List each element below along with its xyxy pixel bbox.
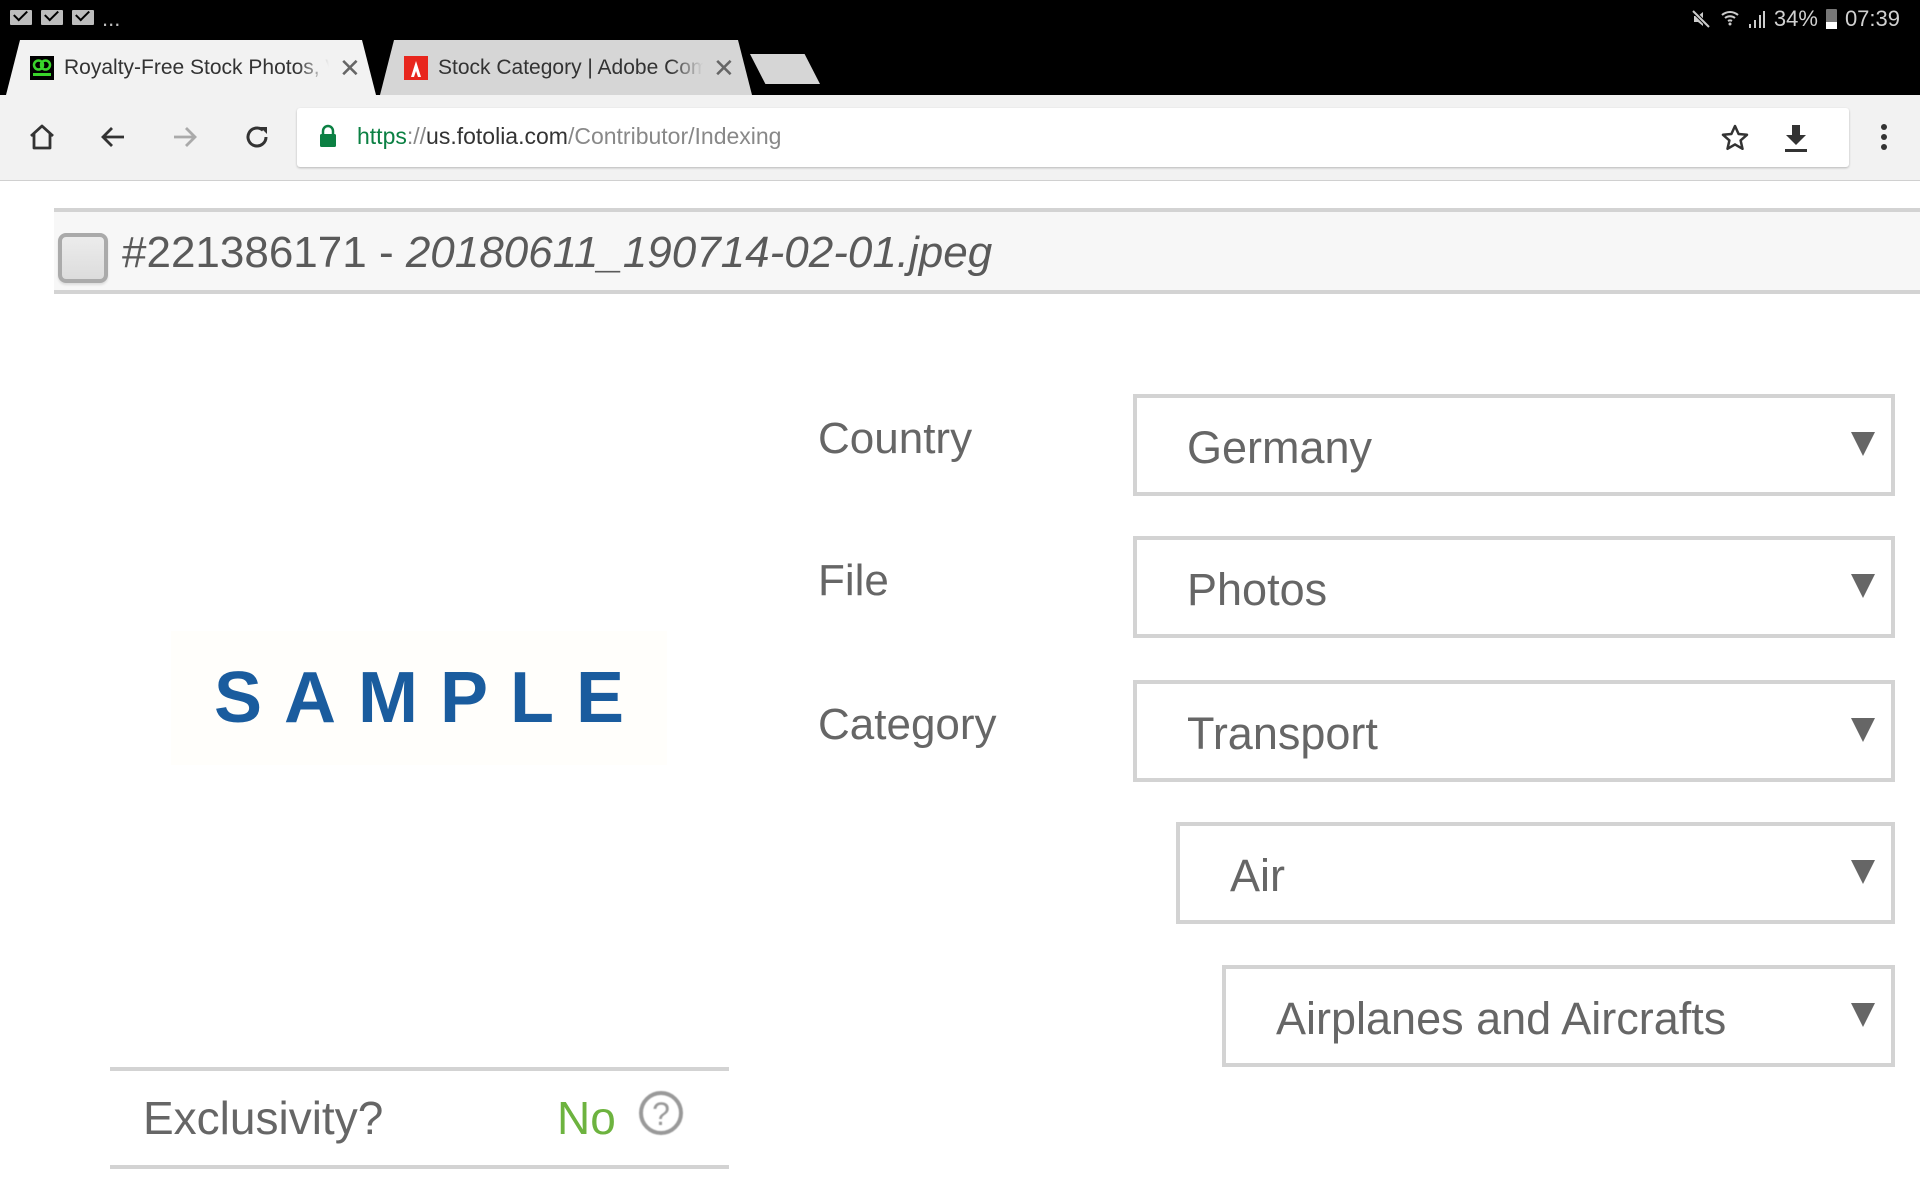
close-tab-icon[interactable]: ✕ [713, 55, 735, 81]
reload-button[interactable] [235, 115, 279, 159]
dropdown-caret-icon [1851, 860, 1875, 884]
item-id: #221386171 [122, 228, 367, 277]
subsubcategory-value: Airplanes and Aircrafts [1276, 993, 1727, 1044]
country-select[interactable]: Germany [1133, 394, 1895, 496]
forward-button[interactable] [163, 115, 207, 159]
dropdown-caret-icon [1851, 1003, 1875, 1027]
exclusivity-value[interactable]: No [557, 1091, 616, 1145]
item-header: #221386171 - 20180611_190714-02-01.jpeg [54, 208, 1920, 294]
wifi-icon [1721, 11, 1739, 26]
subcategory-value: Air [1230, 850, 1285, 901]
exclusivity-label: Exclusivity? [143, 1092, 384, 1144]
more-vert-icon [1881, 124, 1887, 150]
url-scheme: https [357, 123, 407, 149]
tab-stock-category-adobe[interactable]: Stock Category | Adobe Community ✕ [380, 40, 752, 95]
category-value: Transport [1187, 708, 1378, 759]
home-button[interactable] [20, 115, 64, 159]
dropdown-caret-icon [1851, 718, 1875, 742]
country-label: Country [818, 414, 973, 463]
tab-title: Stock Category | Adobe Community [438, 55, 703, 79]
battery-percent: 34% [1773, 6, 1818, 31]
category-label: Category [818, 700, 997, 749]
file-label: File [818, 556, 889, 605]
country-value: Germany [1187, 422, 1373, 473]
dropdown-caret-icon [1851, 574, 1875, 598]
tab-strip: Royalty-Free Stock Photos, Vectors ✕ Sto… [0, 38, 1920, 95]
exclusivity-row: Exclusivity? No ? [110, 1067, 729, 1169]
item-title: #221386171 - 20180611_190714-02-01.jpeg [122, 228, 992, 278]
help-icon[interactable]: ? [639, 1091, 683, 1135]
file-type-select[interactable]: Photos [1133, 536, 1895, 638]
mute-icon [1691, 9, 1711, 29]
category-select[interactable]: Transport [1133, 680, 1895, 782]
star-icon [1721, 124, 1749, 151]
home-icon [30, 124, 54, 150]
mail-icon [41, 10, 63, 25]
tab-title: Royalty-Free Stock Photos, Vectors [64, 55, 329, 79]
url-path: /Contributor/Indexing [567, 123, 782, 149]
browser-toolbar: https://us.fotolia.com/Contributor/Index… [0, 95, 1920, 181]
adobe-favicon [404, 55, 428, 80]
clock: 07:39 [1844, 6, 1900, 31]
tab-royalty-free-stock-photos[interactable]: Royalty-Free Stock Photos, Vectors ✕ [6, 40, 376, 95]
battery-icon [1825, 9, 1837, 29]
reload-icon [246, 126, 268, 148]
download-button[interactable] [1774, 116, 1818, 160]
subcategory-select[interactable]: Air [1176, 822, 1895, 924]
item-preview-image[interactable]: SAMPLE [171, 631, 667, 765]
select-item-checkbox[interactable] [58, 233, 108, 283]
new-tab-button[interactable] [750, 54, 820, 84]
signal-icon [1748, 11, 1765, 28]
sample-watermark: SAMPLE [213, 658, 647, 738]
close-tab-icon[interactable]: ✕ [339, 55, 361, 81]
download-icon [1785, 125, 1807, 152]
fotolia-favicon [30, 55, 54, 80]
address-bar[interactable]: https://us.fotolia.com/Contributor/Index… [297, 108, 1849, 167]
mail-icon [10, 10, 32, 25]
subsubcategory-select[interactable]: Airplanes and Aircrafts [1222, 965, 1895, 1067]
bookmark-button[interactable] [1713, 116, 1757, 160]
more-notifications: ... [102, 6, 121, 31]
url-host: us.fotolia.com [426, 123, 568, 149]
mail-icon [72, 10, 94, 25]
url-separator: :// [406, 123, 427, 149]
url-text[interactable]: https://us.fotolia.com/Contributor/Index… [357, 123, 781, 150]
lock-icon [320, 124, 336, 147]
back-arrow-icon [101, 127, 124, 147]
status-bar: ... 34% 07:39 [0, 0, 1920, 38]
title-separator: - [366, 228, 406, 277]
forward-arrow-icon [174, 127, 197, 147]
back-button[interactable] [91, 115, 135, 159]
item-filename: 20180611_190714-02-01.jpeg [405, 228, 993, 277]
dropdown-caret-icon [1851, 432, 1875, 456]
menu-button[interactable] [1862, 115, 1906, 159]
file-type-value: Photos [1187, 564, 1328, 615]
